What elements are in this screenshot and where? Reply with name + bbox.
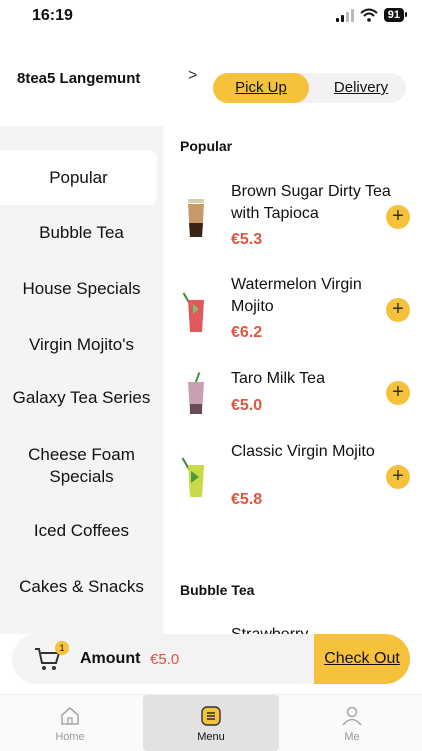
category-popular[interactable]: Popular <box>0 150 157 205</box>
item-name: Watermelon Virgin Mojito <box>231 276 362 315</box>
category-iced-coffees[interactable]: Iced Coffees <box>0 505 163 557</box>
add-button[interactable]: + <box>386 465 410 489</box>
status-icons: 91 <box>335 8 408 22</box>
tab-menu[interactable]: Menu <box>143 695 279 751</box>
pickup-button[interactable]: Pick Up <box>213 73 309 103</box>
item-price: €5.3 <box>231 231 263 248</box>
wifi-icon <box>360 8 378 22</box>
menu-item[interactable]: Strawberry <box>163 624 422 634</box>
category-bubble-tea[interactable]: Bubble Tea <box>0 205 163 261</box>
bottom-tab-bar: Home Menu Me <box>0 694 422 751</box>
category-virgin-mojitos[interactable]: Virgin Mojito's <box>0 317 163 373</box>
tab-label: Home <box>55 731 85 743</box>
menu-item[interactable]: Brown Sugar Dirty Tea with Tapioca €5.3 … <box>163 181 422 271</box>
tab-me[interactable]: Me <box>284 695 420 751</box>
item-price: €6.2 <box>231 324 263 341</box>
signal-icon <box>335 8 354 22</box>
store-header: 8tea5 Langemunt > Pick Up Delivery <box>0 60 422 110</box>
menu-icon <box>201 706 221 726</box>
category-galaxy-tea[interactable]: Galaxy Tea Series <box>0 373 163 423</box>
add-button[interactable]: + <box>386 205 410 229</box>
amount-value: €5.0 <box>150 651 180 668</box>
drink-thumbnail <box>188 199 204 237</box>
status-bar: 16:19 91 <box>0 0 422 34</box>
delivery-button[interactable]: Delivery <box>319 73 403 103</box>
chevron-right-icon[interactable]: > <box>188 67 197 85</box>
cart-bar: 1 Amount €5.0 Check Out <box>12 634 410 684</box>
menu-item[interactable]: Watermelon Virgin Mojito €6.2 + <box>163 274 422 364</box>
clock: 16:19 <box>32 7 73 24</box>
battery-icon: 91 <box>383 8 408 22</box>
item-price: €5.8 <box>231 491 263 508</box>
item-price: €5.0 <box>231 397 263 414</box>
drink-thumbnail <box>188 372 204 414</box>
category-sidebar: Popular Bubble Tea House Specials Virgin… <box>0 126 163 634</box>
menu-content: Popular Brown Sugar Dirty Tea with Tapio… <box>163 126 422 634</box>
menu-item[interactable]: Classic Virgin Mojito €5.8 + <box>163 441 422 531</box>
item-name: Classic Virgin Mojito <box>231 443 375 460</box>
tab-home[interactable]: Home <box>2 695 138 751</box>
item-name: Taro Milk Tea <box>231 370 325 387</box>
home-icon <box>61 706 79 725</box>
item-name: Strawberry <box>231 624 391 634</box>
store-name[interactable]: 8tea5 Langemunt <box>17 70 140 87</box>
category-cakes-snacks[interactable]: Cakes & Snacks <box>0 561 163 613</box>
amount-label: Amount <box>80 650 141 667</box>
category-house-specials[interactable]: House Specials <box>0 261 163 317</box>
add-button[interactable]: + <box>386 381 410 405</box>
section-title: Bubble Tea <box>180 582 255 598</box>
tab-label: Menu <box>197 731 225 743</box>
section-title: Popular <box>180 138 233 154</box>
drink-thumbnail <box>182 292 204 332</box>
item-name: Brown Sugar Dirty Tea with Tapioca <box>231 183 391 222</box>
user-icon <box>342 706 362 726</box>
order-type-toggle: Pick Up Delivery <box>213 73 406 103</box>
checkout-button[interactable]: Check Out <box>314 634 410 684</box>
tab-label: Me <box>344 731 360 743</box>
add-button[interactable]: + <box>386 298 410 322</box>
category-cheese-foam[interactable]: Cheese Foam Specials <box>0 433 163 499</box>
cart-count-badge: 1 <box>55 641 69 655</box>
drink-thumbnail <box>181 457 204 497</box>
